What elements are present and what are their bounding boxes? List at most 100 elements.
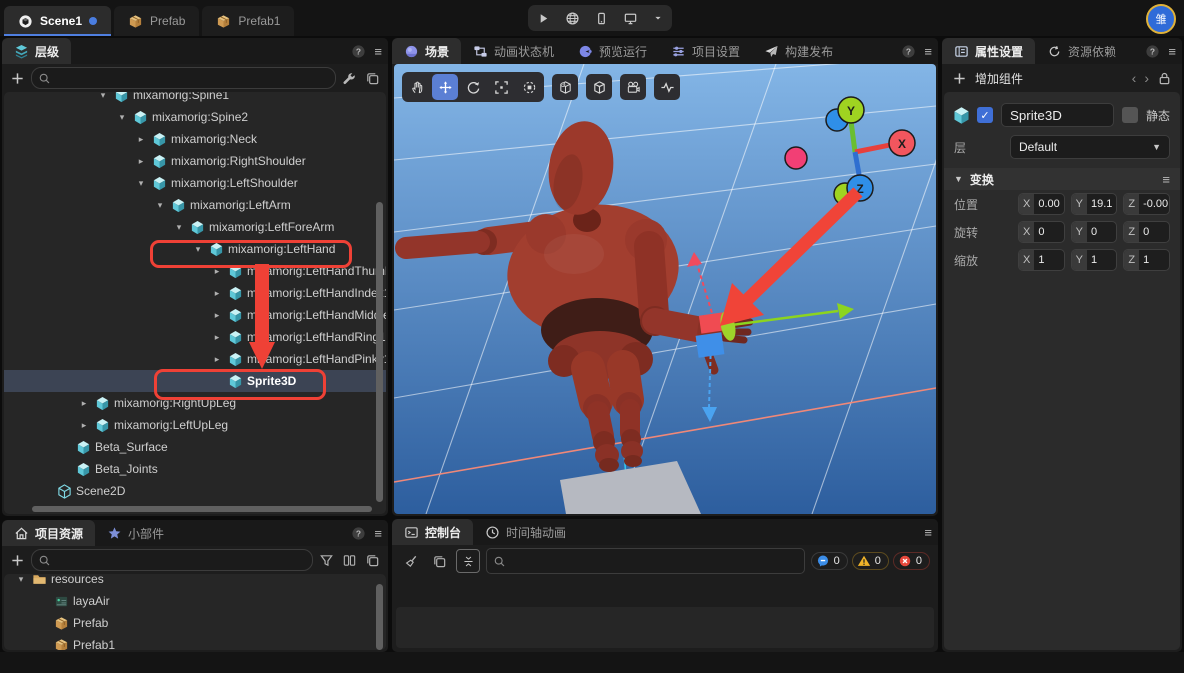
add-node-button[interactable] <box>10 71 25 86</box>
assets-collapse-button[interactable] <box>365 553 380 568</box>
tree-expand-arrow[interactable]: ▸ <box>210 266 224 277</box>
缩放-Z-field[interactable]: Z1 <box>1123 249 1170 271</box>
help-icon[interactable]: ? <box>351 526 366 541</box>
user-avatar[interactable]: 雏 <box>1146 4 1176 34</box>
tree-item-mixamorig:LeftUpLeg[interactable]: ▸mixamorig:LeftUpLeg <box>4 414 386 436</box>
tree-item-Prefab1[interactable]: Prefab1 <box>4 634 386 650</box>
node-name-input[interactable] <box>1001 103 1114 127</box>
console-search-input[interactable] <box>510 554 798 568</box>
tree-item-mixamorig:LeftHandIndex1[interactable]: ▸mixamorig:LeftHandIndex1 <box>4 282 386 304</box>
tree-item-mixamorig:LeftHandThumb1[interactable]: ▸mixamorig:LeftHandThumb1 <box>4 260 386 282</box>
位置-Y-field[interactable]: Y19.1 <box>1071 193 1118 215</box>
nav-back-button[interactable]: ‹ <box>1132 70 1137 86</box>
run-desktop-button[interactable] <box>623 11 638 26</box>
tree-expand-arrow[interactable]: ▾ <box>115 112 129 123</box>
tree-expand-arrow[interactable]: ▾ <box>191 244 205 255</box>
console-log-area[interactable] <box>396 607 934 648</box>
scene-tab[interactable]: 动画状态机 <box>461 38 566 64</box>
layer-dropdown[interactable]: Default ▼ <box>1010 135 1170 159</box>
scale-tool[interactable] <box>488 74 514 100</box>
tree-expand-arrow[interactable]: ▸ <box>210 288 224 299</box>
hierarchy-collapse-button[interactable] <box>365 71 380 86</box>
tree-item-mixamorig:RightUpLeg[interactable]: ▸mixamorig:RightUpLeg <box>4 392 386 414</box>
缩放-X-field[interactable]: X1 <box>1018 249 1065 271</box>
tree-item-Beta_Joints[interactable]: Beta_Joints <box>4 458 386 480</box>
assets-layout-button[interactable] <box>342 553 357 568</box>
move-tool[interactable] <box>432 74 458 100</box>
run-browser-button[interactable] <box>565 11 580 26</box>
shading-toggle-button[interactable] <box>586 74 612 100</box>
rotate-tool[interactable] <box>460 74 486 100</box>
assets-filter-button[interactable] <box>319 553 334 568</box>
console-tab[interactable]: 时间轴动画 <box>473 519 578 545</box>
static-checkbox[interactable] <box>1122 107 1138 123</box>
tree-expand-arrow[interactable]: ▾ <box>172 222 186 233</box>
位置-X-field[interactable]: X0.00 <box>1018 193 1065 215</box>
tree-item-mixamorig:LeftHand[interactable]: ▾mixamorig:LeftHand <box>4 238 386 260</box>
tree-item-mixamorig:Spine2[interactable]: ▾mixamorig:Spine2 <box>4 106 386 128</box>
orientation-free-ball[interactable] <box>785 147 807 169</box>
pivot-toggle-button[interactable] <box>552 74 578 100</box>
tree-item-mixamorig:LeftHandPinky1[interactable]: ▸mixamorig:LeftHandPinky1 <box>4 348 386 370</box>
tree-expand-arrow[interactable]: ▸ <box>77 398 91 409</box>
run-mobile-button[interactable] <box>594 11 609 26</box>
run-options-dropdown[interactable] <box>652 12 664 24</box>
位置-Z-field[interactable]: Z-0.00 <box>1123 193 1170 215</box>
tree-item-resources[interactable]: ▾resources <box>4 574 386 590</box>
旋转-Z-field[interactable]: Z0 <box>1123 221 1170 243</box>
tree-item-mixamorig:Spine1[interactable]: ▾mixamorig:Spine1 <box>4 92 386 106</box>
help-icon[interactable]: ? <box>901 44 916 59</box>
copy-log-button[interactable] <box>428 550 450 572</box>
tree-item-layaAir[interactable]: layaAir <box>4 590 386 612</box>
tree-item-mixamorig:LeftHandMiddle1[interactable]: ▸mixamorig:LeftHandMiddle1 <box>4 304 386 326</box>
add-asset-button[interactable] <box>10 553 25 568</box>
assets-search-input[interactable] <box>55 553 306 567</box>
tab-hierarchy[interactable]: 层级 <box>2 38 71 64</box>
tree-expand-arrow[interactable]: ▾ <box>153 200 167 211</box>
assets-tab[interactable]: 项目资源 <box>2 520 95 546</box>
tree-item-Beta_Surface[interactable]: Beta_Surface <box>4 436 386 458</box>
document-tab-scene1[interactable]: Scene1 <box>4 6 111 36</box>
lock-button[interactable] <box>1157 71 1172 86</box>
assets-vertical-scrollbar[interactable] <box>376 584 383 650</box>
hierarchy-horizontal-scrollbar[interactable] <box>32 506 372 512</box>
inspector-tab[interactable]: 资源依赖 <box>1035 38 1128 64</box>
tree-item-mixamorig:Neck[interactable]: ▸mixamorig:Neck <box>4 128 386 150</box>
console-tab[interactable]: 控制台 <box>392 519 473 545</box>
add-component-button[interactable]: 增加组件 <box>975 70 1023 87</box>
tree-expand-arrow[interactable]: ▾ <box>96 92 110 101</box>
node-enabled-checkbox[interactable]: ✓ <box>977 107 993 123</box>
hierarchy-vertical-scrollbar[interactable] <box>376 202 383 502</box>
hierarchy-search-input[interactable] <box>55 71 329 85</box>
assets-tab[interactable]: 小部件 <box>95 520 176 546</box>
nav-forward-button[interactable]: › <box>1144 70 1149 86</box>
tree-expand-arrow[interactable]: ▾ <box>134 178 148 189</box>
tree-item-Scene2D[interactable]: Scene2D <box>4 480 386 502</box>
缩放-Y-field[interactable]: Y1 <box>1071 249 1118 271</box>
tree-expand-arrow[interactable]: ▾ <box>14 574 28 585</box>
tree-expand-arrow[interactable]: ▸ <box>210 354 224 365</box>
inspector-tab[interactable]: 属性设置 <box>942 38 1035 64</box>
assets-search[interactable] <box>31 549 313 571</box>
console-search[interactable] <box>486 548 805 574</box>
tree-item-mixamorig:RightShoulder[interactable]: ▸mixamorig:RightShoulder <box>4 150 386 172</box>
tree-item-mixamorig:LeftShoulder[interactable]: ▾mixamorig:LeftShoulder <box>4 172 386 194</box>
panel-menu-icon[interactable]: ≡ <box>1168 44 1176 59</box>
tree-item-mixamorig:LeftArm[interactable]: ▾mixamorig:LeftArm <box>4 194 386 216</box>
help-icon[interactable]: ? <box>1145 44 1160 59</box>
camera-preview-button[interactable] <box>620 74 646 100</box>
help-icon[interactable]: ? <box>351 44 366 59</box>
tree-expand-arrow[interactable]: ▸ <box>134 156 148 167</box>
tree-expand-arrow[interactable]: ▸ <box>77 420 91 431</box>
collapse-logs-button[interactable] <box>456 549 480 573</box>
tree-item-Sprite3D[interactable]: Sprite3D <box>4 370 386 392</box>
tree-item-Prefab[interactable]: Prefab <box>4 612 386 634</box>
scene-tab[interactable]: 预览运行 <box>566 38 659 64</box>
transform-section-header[interactable]: ▼ 变换 ≡ <box>944 168 1180 190</box>
scene-tab[interactable]: 构建发布 <box>752 38 845 64</box>
console-err-badge[interactable]: 0 <box>893 552 930 570</box>
tree-expand-arrow[interactable]: ▸ <box>134 134 148 145</box>
tree-expand-arrow[interactable]: ▸ <box>210 332 224 343</box>
panel-menu-icon[interactable]: ≡ <box>924 525 932 540</box>
hierarchy-settings-button[interactable] <box>342 71 357 86</box>
